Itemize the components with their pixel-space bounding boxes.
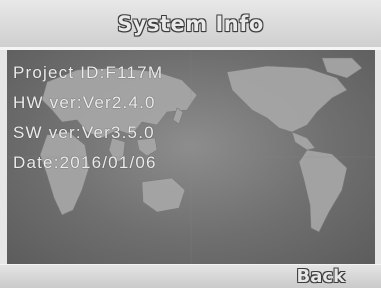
landmass-australia	[141, 177, 186, 213]
landmass-north-america	[226, 65, 348, 133]
screen-title: System Info	[117, 11, 264, 36]
back-button[interactable]: Back	[296, 265, 345, 288]
landmass-south-america	[298, 149, 348, 233]
system-info-list: Project ID:F117M HW ver:Ver2.4.0 SW ver:…	[13, 58, 163, 178]
title-bar: System Info	[0, 0, 381, 47]
project-id-text: Project ID:F117M	[13, 63, 164, 82]
landmass-central-america	[291, 131, 316, 151]
sw-version-text: SW ver:Ver3.5.0	[13, 123, 155, 142]
bottom-bar: Back	[0, 264, 381, 288]
hw-version-text: HW ver:Ver2.4.0	[13, 93, 156, 112]
system-info-screen: System Info Project ID:F117M HW ver:Ver2…	[0, 0, 381, 288]
date-text: Date:2016/01/06	[13, 153, 157, 172]
world-map-panel: Project ID:F117M HW ver:Ver2.4.0 SW ver:…	[7, 50, 375, 264]
